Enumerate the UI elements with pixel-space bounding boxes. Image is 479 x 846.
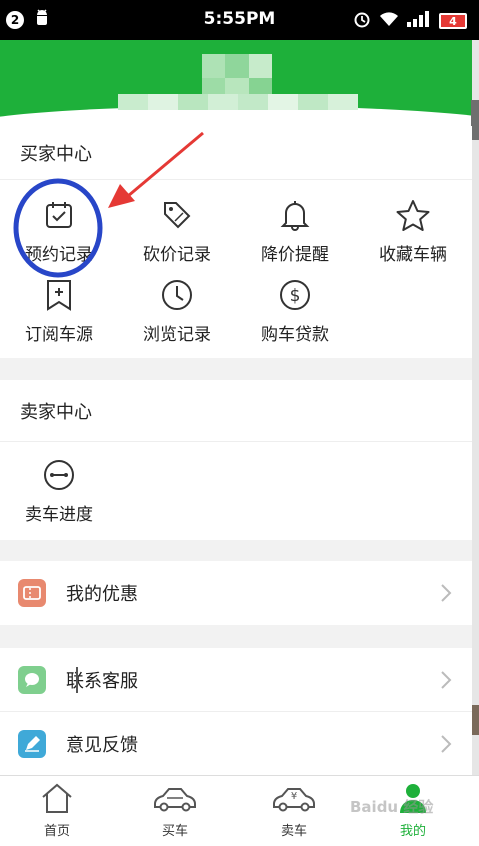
grid-item-bargains[interactable]: 砍价记录 <box>118 196 236 265</box>
blurred-username <box>118 94 358 110</box>
grid-item-history[interactable]: 浏览记录 <box>118 276 236 345</box>
battery-indicator: 4 <box>439 13 467 29</box>
svg-text:$: $ <box>290 286 301 306</box>
car-yuan-icon: ¥ <box>270 788 318 818</box>
grid-item-subscriptions[interactable]: 订阅车源 <box>0 276 118 345</box>
tab-buy-car[interactable]: 买车 <box>130 782 220 839</box>
menu-item-label: 意见反馈 <box>66 735 138 756</box>
grid-item-label: 浏览记录 <box>143 325 211 345</box>
chat-bubble-icon <box>18 665 46 694</box>
grid-item-label: 订阅车源 <box>25 325 93 345</box>
grid-item-label: 收藏车辆 <box>379 245 447 265</box>
tab-label: 买车 <box>161 824 188 839</box>
tab-label: 首页 <box>43 824 70 839</box>
signal-icon <box>407 11 431 31</box>
svg-text:¥: ¥ <box>291 791 297 802</box>
dollar-icon: $ <box>279 279 311 315</box>
pencil-icon <box>18 730 46 758</box>
menu-item-label: 我的优惠 <box>66 584 138 605</box>
grid-item-car-loan[interactable]: $ 购车贷款 <box>236 276 354 345</box>
chevron-right-icon <box>440 670 452 694</box>
support-card: 联系客服 意见反馈 <box>0 648 472 776</box>
home-icon <box>40 783 74 818</box>
chevron-right-icon <box>440 734 452 758</box>
scrollbar[interactable] <box>472 40 479 780</box>
star-icon <box>396 199 430 235</box>
tab-sell-car[interactable]: ¥ 卖车 <box>249 782 339 839</box>
tab-home[interactable]: 首页 <box>12 782 102 839</box>
chevron-right-icon <box>440 583 452 607</box>
profile-header[interactable] <box>0 40 472 126</box>
baidu-watermark: Baidu 经验 <box>350 798 434 816</box>
grid-item-favorites[interactable]: 收藏车辆 <box>354 196 472 265</box>
buyer-center-title: 买家中心 <box>0 126 472 180</box>
menu-item-feedback[interactable]: 意见反馈 <box>0 712 472 776</box>
progress-icon <box>43 459 75 495</box>
seller-center-card: 卖家中心 卖车进度 <box>0 380 472 540</box>
coupons-card: 我的优惠 <box>0 561 472 625</box>
alarm-icon <box>353 10 371 32</box>
clock-icon <box>161 279 193 315</box>
tab-label: 卖车 <box>280 824 307 839</box>
wifi-icon <box>379 11 399 31</box>
status-bar: 2 5:55PM 4 <box>0 0 479 40</box>
tab-label: 我的 <box>399 824 426 839</box>
bookmark-plus-icon <box>45 279 73 315</box>
grid-item-label: 预约记录 <box>25 245 93 265</box>
grid-item-price-alerts[interactable]: 降价提醒 <box>236 196 354 265</box>
grid-item-label: 降价提醒 <box>261 245 329 265</box>
grid-item-sell-progress[interactable]: 卖车进度 <box>0 456 118 525</box>
price-tag-icon <box>161 199 193 235</box>
grid-item-label: 购车贷款 <box>261 325 329 345</box>
grid-item-label: 卖车进度 <box>25 505 93 525</box>
grid-item-appointments[interactable]: 预约记录 <box>0 196 118 265</box>
calendar-check-icon <box>44 200 74 234</box>
grid-item-label: 砍价记录 <box>143 245 211 265</box>
bell-icon <box>280 199 310 235</box>
text-cursor <box>76 667 78 693</box>
menu-item-contact-support[interactable]: 联系客服 <box>0 648 472 712</box>
car-icon <box>151 788 199 818</box>
coupon-icon <box>18 579 46 607</box>
buyer-center-card: 买家中心 预约记录 砍价记录 降价提醒 收藏车辆 订阅车源 浏览记录 $ 购车贷… <box>0 126 472 358</box>
menu-item-coupons[interactable]: 我的优惠 <box>0 561 472 625</box>
seller-center-title: 卖家中心 <box>0 380 472 442</box>
